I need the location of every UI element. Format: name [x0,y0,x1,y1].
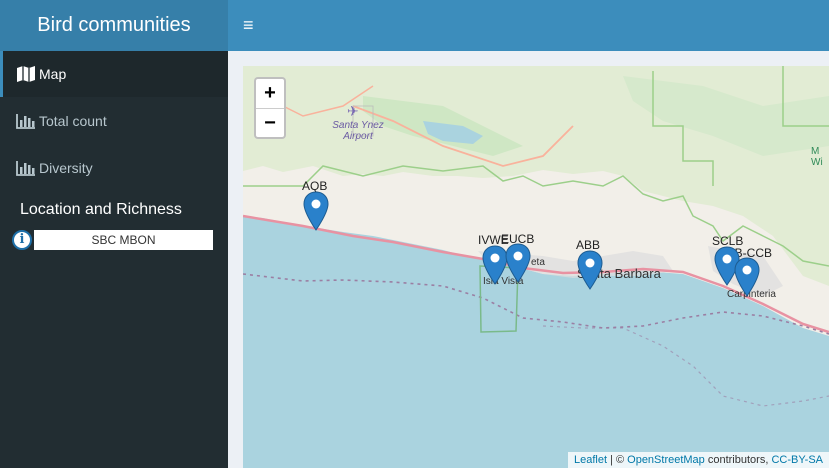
attribution-separator: | © [607,454,628,466]
license-link[interactable]: CC-BY-SA [771,454,823,466]
map-marker-icon[interactable] [505,243,531,283]
bar-chart-icon [16,114,35,129]
sidebar-toggle-icon[interactable]: ≡ [243,15,257,35]
sidebar: Map Total count Diversity Location and R… [0,51,228,468]
sidebar-item-map[interactable]: Map [0,51,228,97]
zoom-in-button[interactable]: + [256,79,284,108]
osm-link[interactable]: OpenStreetMap [627,454,705,466]
sidebar-item-diversity[interactable]: Diversity [0,145,228,191]
map-marker-icon[interactable] [303,191,329,231]
attribution-contributors: contributors, [704,454,772,466]
zoom-control: + − [254,77,286,139]
info-icon[interactable]: i [12,230,32,250]
place-goleta: eta [531,257,545,268]
place-wi: M Wi [811,146,823,168]
sidebar-item-label: Map [39,66,67,82]
info-value: SBC MBON [34,230,213,250]
sidebar-item-label: Total count [39,113,107,129]
map-view[interactable]: ✈ Santa Ynez Airport Santa Barbara Isla … [243,66,829,468]
app-title: Bird communities [0,0,228,51]
airport-label: Santa Ynez Airport [332,120,384,142]
map-icon [17,66,35,82]
bar-chart-icon [16,161,35,176]
leaflet-link[interactable]: Leaflet [574,454,607,466]
zoom-out-button[interactable]: − [256,108,284,137]
map-marker-icon[interactable] [577,250,603,290]
top-header: Bird communities ≡ [0,0,829,51]
sidebar-item-total-count[interactable]: Total count [0,98,228,144]
info-box: i SBC MBON [12,230,213,250]
map-attribution: Leaflet | © OpenStreetMap contributors, … [567,452,829,468]
section-title: Location and Richness [20,201,182,218]
svg-text:✈: ✈ [347,104,359,120]
map-marker-icon[interactable] [734,257,760,297]
sidebar-item-label: Diversity [39,160,93,176]
